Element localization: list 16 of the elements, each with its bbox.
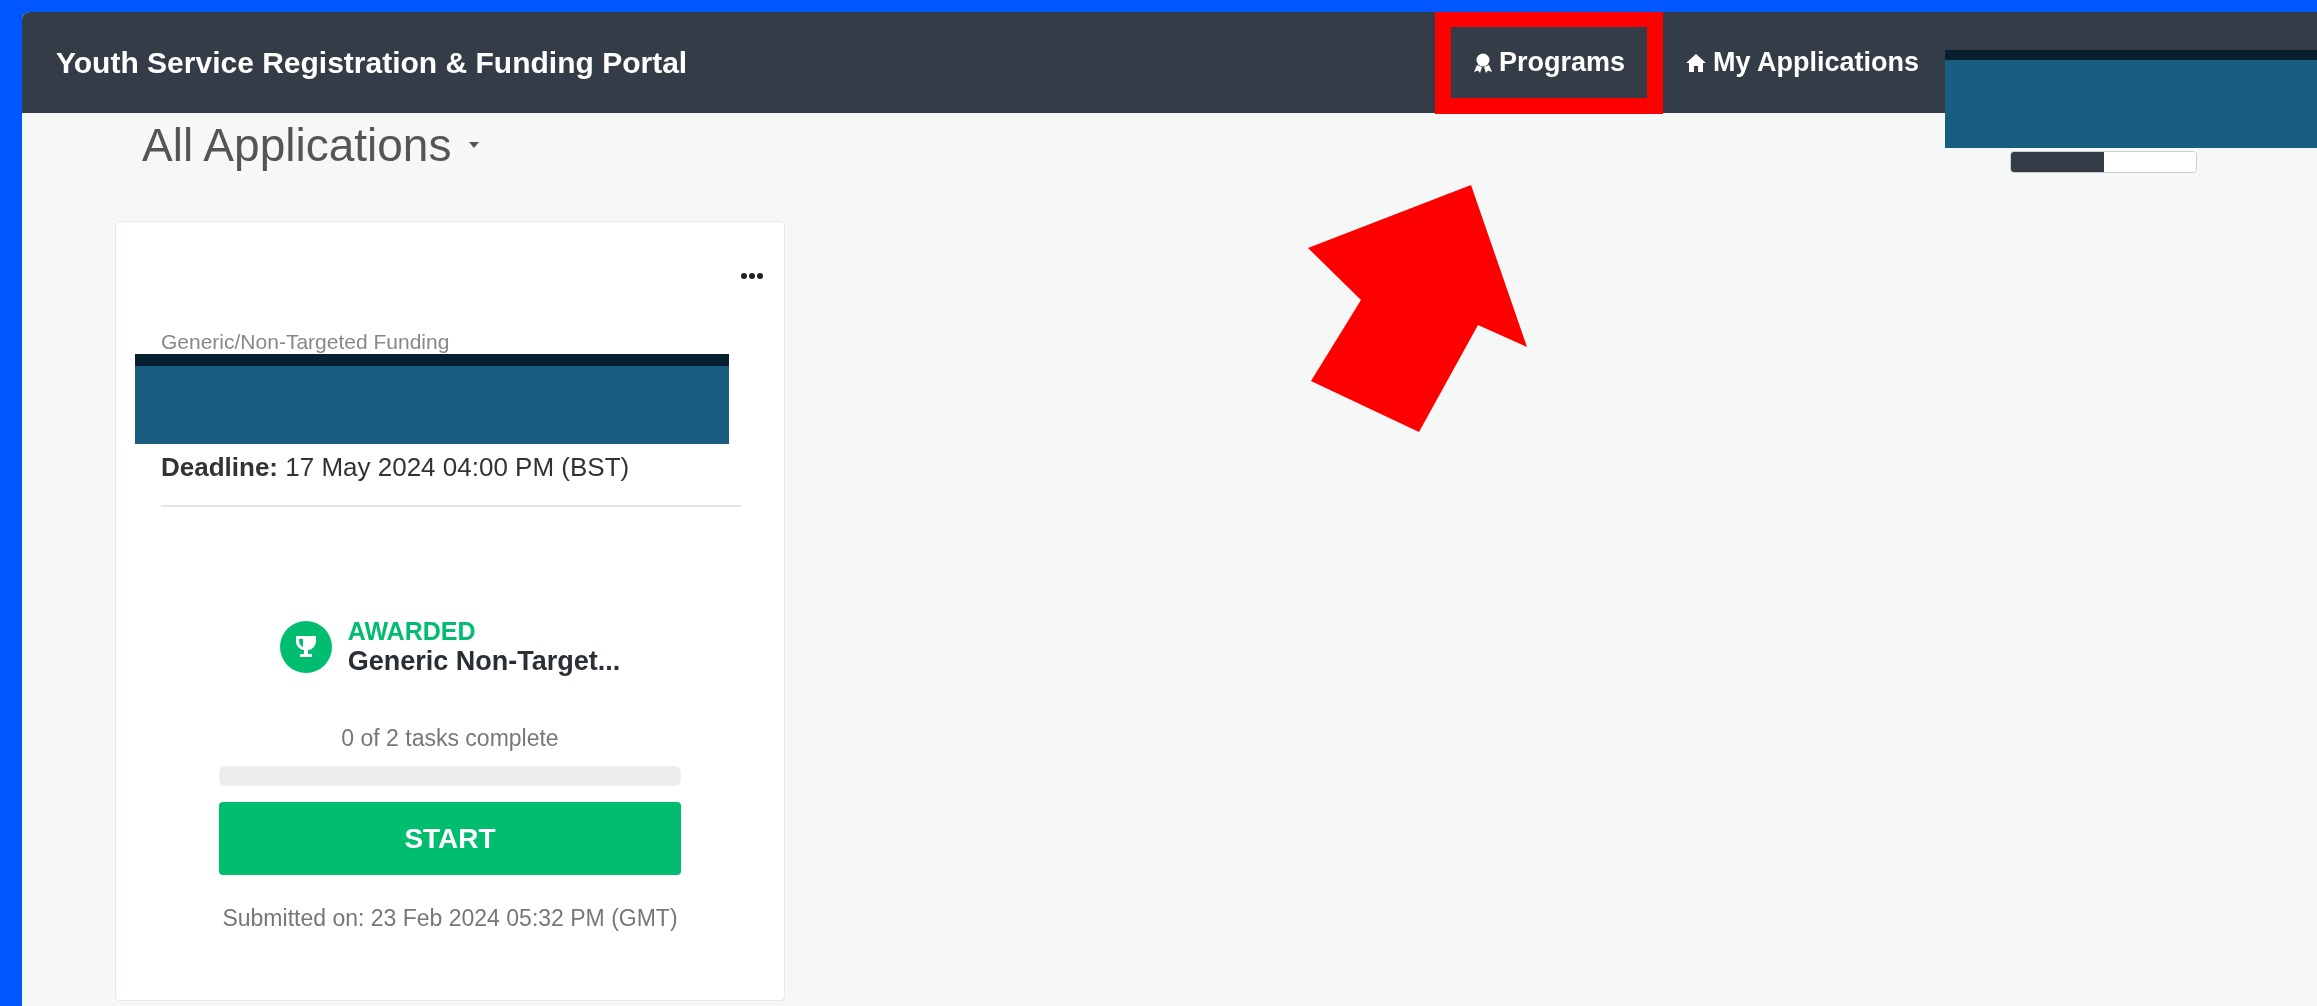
nav-link[interactable]: Programs	[1442, 19, 1655, 106]
more-options-icon[interactable]	[740, 272, 764, 280]
program-category: Generic/Non-Targeted Funding	[161, 330, 451, 354]
caret-icon	[467, 141, 482, 149]
program-name: Generic Non-Target...	[347, 646, 621, 677]
home-icon	[1684, 51, 1707, 74]
tasks-count: 0 of 2 tasks complete	[340, 725, 560, 752]
trophy-icon	[279, 621, 332, 673]
ribbon-icon	[1472, 51, 1493, 74]
view-toggle[interactable]	[2010, 151, 2197, 173]
status-label: AWARDED	[347, 617, 477, 646]
nav-link[interactable]: My Applications	[1666, 19, 1937, 106]
submitted-date: Submitted on: 23 Feb 2024 05:32 PM (GMT)	[221, 905, 679, 932]
portal-title: Youth Service Registration & Funding Portal	[56, 45, 689, 80]
view-dropdown[interactable]: All Applications	[142, 115, 482, 175]
deadline-text: Deadline: 17 May 2024 04:00 PM (BST)	[161, 452, 631, 483]
